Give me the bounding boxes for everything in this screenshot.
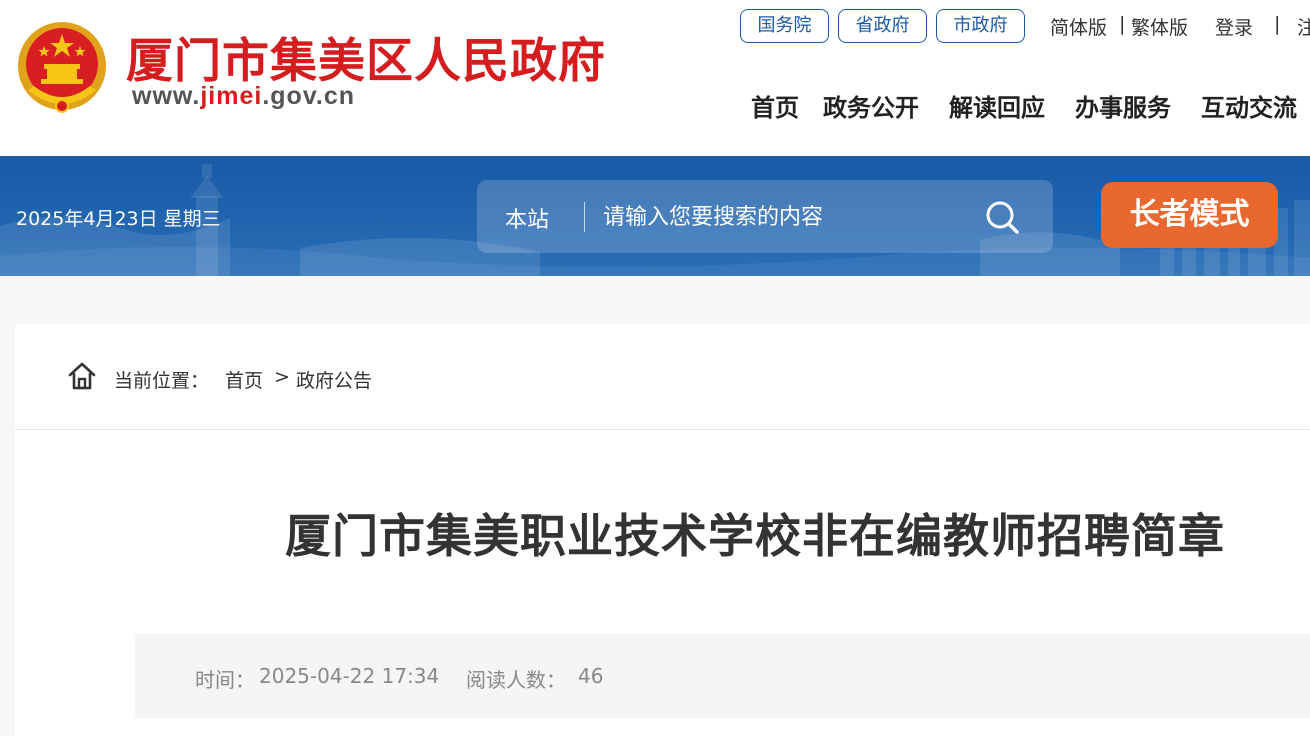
version-divider: | bbox=[1119, 13, 1126, 35]
search-banner: 2025年4月23日 星期三 本站 长者模式 bbox=[0, 156, 1310, 276]
site-url-highlight: jimei bbox=[200, 82, 263, 110]
nav-government-affairs[interactable]: 政务公开 bbox=[823, 88, 919, 123]
nav-interpretation[interactable]: 解读回应 bbox=[949, 88, 1045, 123]
site-header: 厦门市集美区人民政府 www.jimei.gov.cn 国务院 省政府 市政府 … bbox=[0, 0, 1310, 156]
gov-link-province[interactable]: 省政府 bbox=[838, 9, 927, 43]
breadcrumb-label: 当前位置： bbox=[114, 370, 210, 392]
simplified-version-link[interactable]: 简体版 bbox=[1050, 13, 1107, 40]
login-divider: | bbox=[1274, 13, 1281, 35]
search-input[interactable] bbox=[601, 194, 971, 240]
elder-mode-button[interactable]: 长者模式 bbox=[1101, 182, 1278, 248]
search-scope-select[interactable]: 本站 bbox=[505, 202, 549, 234]
publish-time-label: 时间： bbox=[195, 668, 255, 692]
nav-services[interactable]: 办事服务 bbox=[1075, 88, 1171, 123]
gov-link-state-council[interactable]: 国务院 bbox=[740, 9, 829, 43]
breadcrumb-separator: > bbox=[274, 366, 290, 388]
article-card: 当前位置： 首页 > 政府公告 厦门市集美职业技术学校非在编教师招聘简章 时间：… bbox=[15, 324, 1310, 736]
national-emblem-icon bbox=[18, 22, 106, 113]
register-link[interactable]: 注 bbox=[1297, 13, 1310, 40]
breadcrumb-notices[interactable]: 政府公告 bbox=[296, 366, 372, 393]
breadcrumb: 当前位置： 首页 > 政府公告 bbox=[15, 324, 1310, 430]
site-url-prefix: www. bbox=[132, 82, 201, 110]
publish-time-value: 2025-04-22 17:34 bbox=[259, 664, 440, 688]
search-divider bbox=[584, 202, 585, 232]
article-title: 厦门市集美职业技术学校非在编教师招聘简章 bbox=[285, 509, 1225, 563]
traditional-version-link[interactable]: 繁体版 bbox=[1131, 13, 1188, 40]
site-url-suffix: .gov.cn bbox=[262, 82, 356, 110]
nav-home[interactable]: 首页 bbox=[751, 88, 799, 123]
nav-interaction[interactable]: 互动交流 bbox=[1201, 88, 1297, 123]
gov-link-city[interactable]: 市政府 bbox=[936, 9, 1025, 43]
site-url: www.jimei.gov.cn bbox=[132, 82, 355, 111]
breadcrumb-home[interactable]: 首页 bbox=[225, 366, 263, 393]
reader-count-label: 阅读人数： bbox=[466, 668, 566, 692]
login-link[interactable]: 登录 bbox=[1215, 13, 1253, 40]
search-icon[interactable] bbox=[979, 196, 1027, 238]
site-title[interactable]: 厦门市集美区人民政府 bbox=[126, 22, 606, 91]
search-box: 本站 bbox=[477, 180, 1053, 253]
reader-count-value: 46 bbox=[578, 664, 604, 688]
home-icon[interactable] bbox=[67, 361, 97, 391]
article-meta: 时间： 2025-04-22 17:34 阅读人数： 46 bbox=[135, 634, 1310, 718]
current-date: 2025年4月23日 星期三 bbox=[16, 208, 221, 230]
